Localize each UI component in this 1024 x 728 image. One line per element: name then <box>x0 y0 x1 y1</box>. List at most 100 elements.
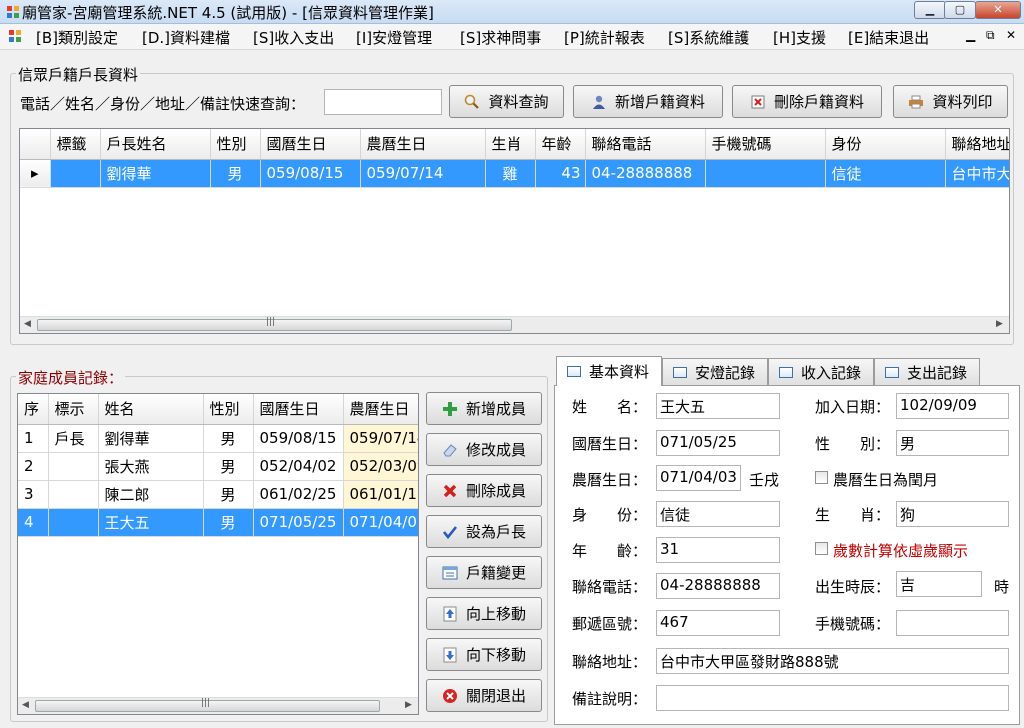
transfer-button[interactable]: 戶籍變更 <box>426 556 542 589</box>
cell-gender[interactable]: 男 <box>203 424 254 453</box>
cell-seq[interactable]: 3 <box>18 480 49 509</box>
cell-seq[interactable]: 2 <box>18 452 49 481</box>
mdi-restore-button[interactable]: ⧉ <box>986 28 995 43</box>
col-header[interactable]: 性別 <box>210 129 261 160</box>
cell-age[interactable]: 43 <box>535 159 586 188</box>
col-header[interactable]: 農曆生日 <box>360 129 486 160</box>
cell-identity[interactable]: 信徒 <box>825 159 946 188</box>
col-header[interactable]: 序 <box>18 394 49 425</box>
cell-gender[interactable]: 男 <box>203 452 254 481</box>
family-hscrollbar[interactable]: ◀ ||| ▶ <box>18 697 418 714</box>
menu-reports[interactable]: [P]統計報表 <box>564 27 645 48</box>
col-header[interactable]: 姓名 <box>98 394 204 425</box>
cell-address[interactable]: 台中市大 <box>945 159 1009 188</box>
join-date-field[interactable]: 102/09/09 <box>896 393 1009 419</box>
cell-zodiac[interactable]: 雞 <box>485 159 536 188</box>
close-button[interactable]: ✕ <box>975 1 1021 19</box>
cell-mark[interactable]: 戶長 <box>48 424 99 453</box>
tab-lamp-records[interactable]: 安燈記錄 <box>662 358 768 385</box>
birth-hour-field[interactable]: 吉 <box>896 571 982 597</box>
cell-solar[interactable]: 061/02/25 <box>253 480 344 509</box>
col-header[interactable]: 手機號碼 <box>705 129 826 160</box>
maximize-button[interactable]: ▢ <box>944 1 976 19</box>
solar-birthday-field[interactable]: 071/05/25 <box>656 430 780 456</box>
cell-gender[interactable]: 男 <box>210 159 261 188</box>
col-header[interactable]: 國曆生日 <box>253 394 344 425</box>
tab-expense-records[interactable]: 支出記錄 <box>874 358 980 385</box>
cell-lunar[interactable]: 059/07/14 <box>343 424 418 453</box>
cell-tag[interactable] <box>50 159 101 188</box>
scroll-right-icon[interactable]: ▶ <box>405 700 412 710</box>
cell-lunar[interactable]: 071/04/03 <box>343 508 418 537</box>
age-field[interactable]: 31 <box>656 537 780 563</box>
address-field[interactable]: 台中市大甲區發財路888號 <box>656 648 1009 674</box>
household-grid[interactable]: 標籤 戶長姓名 性別 國曆生日 農曆生日 生肖 年齡 聯絡電話 手機號碼 身份 … <box>19 128 1010 334</box>
scroll-left-icon[interactable]: ◀ <box>24 319 31 329</box>
delete-member-button[interactable]: 刪除成員 <box>426 474 542 507</box>
postal-field[interactable]: 467 <box>656 610 780 636</box>
col-header[interactable]: 農曆生日 <box>343 394 418 425</box>
name-field[interactable]: 王大五 <box>656 393 780 419</box>
cell-seq[interactable]: 4 <box>18 508 49 537</box>
household-hscrollbar[interactable]: ◀ ||| ▶ <box>20 316 1009 333</box>
virtual-age-checkbox[interactable] <box>815 542 828 555</box>
cell-mark[interactable] <box>48 508 99 537</box>
note-field[interactable] <box>656 685 1009 711</box>
menu-divination[interactable]: [S]求神問事 <box>460 27 541 48</box>
tab-basic-info[interactable]: 基本資料 <box>556 356 662 386</box>
cell-name[interactable]: 張大燕 <box>98 452 204 481</box>
col-header[interactable]: 性別 <box>203 394 254 425</box>
add-member-button[interactable]: 新增成員 <box>426 392 542 425</box>
scroll-thumb[interactable]: ||| <box>35 698 380 712</box>
col-header[interactable]: 聯絡地址 <box>945 129 1009 160</box>
leap-month-checkbox[interactable] <box>815 471 828 484</box>
move-down-button[interactable]: 向下移動 <box>426 638 542 671</box>
col-header[interactable]: 標示 <box>48 394 99 425</box>
family-grid[interactable]: 序 標示 姓名 性別 國曆生日 農曆生日 1 戶長 劉得華 男 059/08/1… <box>17 393 419 715</box>
cell-lunar[interactable]: 052/03/09 <box>343 452 418 481</box>
cell-name[interactable]: 劉得華 <box>98 424 204 453</box>
menu-support[interactable]: [H]支援 <box>773 27 826 48</box>
cell-solar[interactable]: 059/08/15 <box>253 424 344 453</box>
cell-phone[interactable]: 04-28888888 <box>585 159 706 188</box>
col-header[interactable]: 身份 <box>825 129 946 160</box>
mobile-field[interactable] <box>896 610 1009 636</box>
phone-field[interactable]: 04-28888888 <box>656 573 780 599</box>
menu-maintenance[interactable]: [S]系統維護 <box>668 27 749 48</box>
menu-lamp[interactable]: [I]安燈管理 <box>356 27 432 48</box>
cell-solar[interactable]: 071/05/25 <box>253 508 344 537</box>
table-row[interactable]: 4 王大五 男 071/05/25 071/04/03 <box>18 508 418 537</box>
col-header[interactable]: 聯絡電話 <box>585 129 706 160</box>
search-input[interactable] <box>324 89 442 115</box>
cell-name[interactable]: 王大五 <box>98 508 204 537</box>
cell-mobile[interactable] <box>705 159 826 188</box>
cell-name[interactable]: 陳二郎 <box>98 480 204 509</box>
edit-member-button[interactable]: 修改成員 <box>426 433 542 466</box>
cell-gender[interactable]: 男 <box>203 508 254 537</box>
cell-gender[interactable]: 男 <box>203 480 254 509</box>
menu-income-expense[interactable]: [S]收入支出 <box>253 27 334 48</box>
tab-income-records[interactable]: 收入記錄 <box>768 358 874 385</box>
col-header[interactable]: 戶長姓名 <box>100 129 211 160</box>
table-row[interactable]: 1 戶長 劉得華 男 059/08/15 059/07/14 <box>18 424 418 453</box>
table-row[interactable]: 3 陳二郎 男 061/02/25 061/01/11 <box>18 480 418 509</box>
cell-name[interactable]: 劉得華 <box>100 159 211 188</box>
cell-seq[interactable]: 1 <box>18 424 49 453</box>
cell-lunar[interactable]: 061/01/11 <box>343 480 418 509</box>
menu-category[interactable]: [B]類別設定 <box>36 27 118 48</box>
set-head-button[interactable]: 設為戶長 <box>426 515 542 548</box>
col-header[interactable]: 年齡 <box>535 129 586 160</box>
cell-mark[interactable] <box>48 452 99 481</box>
mdi-minimize-button[interactable]: ▁ <box>966 28 975 42</box>
cell-lunar[interactable]: 059/07/14 <box>360 159 486 188</box>
mdi-close-button[interactable]: ✕ <box>1006 28 1016 42</box>
scroll-right-icon[interactable]: ▶ <box>996 319 1003 329</box>
gender-field[interactable]: 男 <box>896 430 1009 456</box>
minimize-button[interactable]: ▁ <box>914 1 946 19</box>
identity-field[interactable]: 信徒 <box>656 501 780 527</box>
print-button[interactable]: 資料列印 <box>893 85 1008 118</box>
col-header[interactable]: 標籤 <box>50 129 101 160</box>
zodiac-field[interactable]: 狗 <box>896 501 1009 527</box>
menu-data-entry[interactable]: [D.]資料建檔 <box>142 27 230 48</box>
move-up-button[interactable]: 向上移動 <box>426 597 542 630</box>
